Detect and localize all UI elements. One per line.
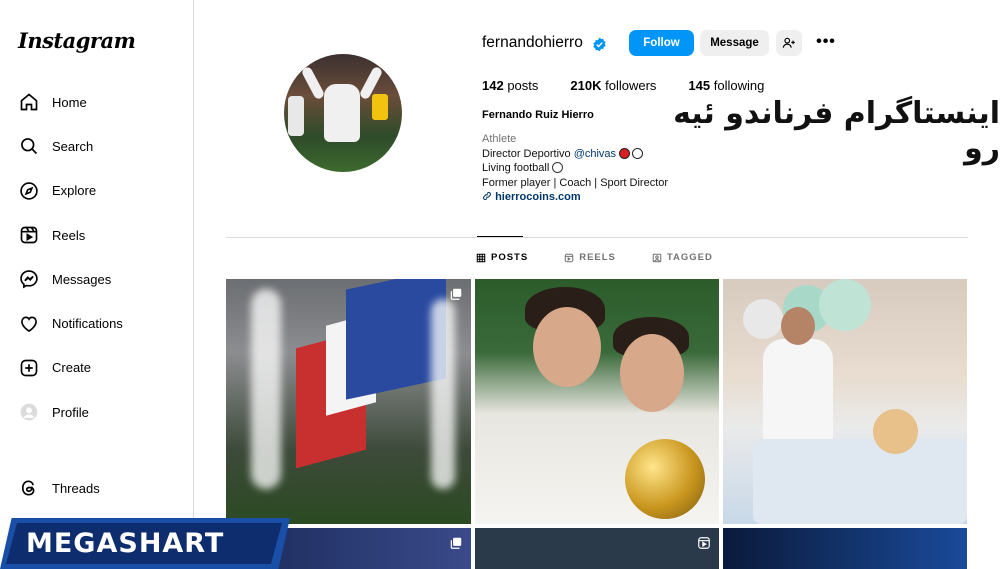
post-image-part (819, 279, 871, 331)
sidebar-nav: Home Search Explore Reels Messages Notif… (0, 80, 194, 434)
bio-text: Living football (482, 162, 550, 174)
post-image-part (251, 289, 281, 489)
tab-posts[interactable]: POSTS (476, 252, 528, 263)
post-thumbnail[interactable] (475, 528, 719, 569)
sidebar-item-home[interactable]: Home (0, 80, 194, 124)
messenger-icon (18, 268, 40, 290)
following-label: following (713, 78, 765, 93)
followers-stat[interactable]: 210K followers (570, 78, 656, 93)
sidebar-item-threads[interactable]: Threads (0, 466, 194, 510)
sidebar-item-label: Create (52, 360, 92, 376)
profile-tabs: POSTS REELS TAGGED (476, 252, 749, 263)
sidebar-item-label: Explore (52, 183, 97, 199)
post-thumbnail[interactable] (226, 279, 471, 524)
bio-link-row: hierrocoins.com (482, 190, 668, 205)
tag-icon (652, 253, 662, 262)
reels-icon (18, 224, 40, 246)
profile-username: fernandohierro (482, 34, 583, 51)
sidebar-threads: Threads (0, 466, 194, 510)
avatar-photo-part (324, 84, 360, 142)
more-options-button[interactable]: ••• (815, 33, 837, 51)
red-circle-emoji-icon (619, 147, 631, 159)
active-tab-indicator (477, 236, 523, 237)
sidebar: Instagram Home Search Explore Reels Mess… (0, 0, 194, 569)
followers-label: followers (605, 78, 657, 93)
carousel-icon (450, 537, 462, 549)
soccer-ball-emoji-icon (552, 162, 564, 173)
post-thumbnail[interactable] (723, 528, 967, 569)
compass-icon (18, 180, 40, 202)
avatar-photo-part (372, 94, 388, 120)
post-image-part (873, 409, 918, 454)
bio-text: Director Deportivo (482, 147, 574, 160)
threads-icon (18, 477, 40, 499)
tabs-divider (226, 237, 968, 238)
following-count: 145 (688, 78, 711, 93)
post-image-part (620, 334, 684, 412)
following-stat[interactable]: 145 following (688, 78, 764, 93)
profile-avatar[interactable] (284, 54, 402, 172)
threads-label: Threads (52, 480, 100, 496)
plus-square-icon (18, 357, 40, 379)
post-image-part (431, 299, 455, 489)
sidebar-item-search[interactable]: Search (0, 124, 194, 168)
tab-reels[interactable]: REELS (564, 252, 616, 263)
tab-label: REELS (579, 252, 616, 263)
sidebar-item-reels[interactable]: Reels (0, 213, 194, 257)
profile-full-name: Fernando Ruiz Hierro (482, 109, 594, 121)
profile-stats: 142 posts 210K followers 145 following (482, 78, 796, 93)
message-button[interactable]: Message (700, 30, 769, 56)
sidebar-item-label: Notifications (52, 316, 123, 332)
grid-icon (476, 253, 486, 262)
sidebar-item-label: Messages (52, 271, 112, 287)
post-image-part (533, 307, 601, 387)
sidebar-item-explore[interactable]: Explore (0, 169, 194, 213)
heart-icon (18, 313, 40, 335)
posts-stat: 142 posts (482, 78, 538, 93)
home-icon (18, 91, 40, 113)
avatar-photo-part (300, 65, 326, 101)
reels-small-icon (564, 253, 574, 262)
post-thumbnail[interactable] (475, 279, 719, 524)
sidebar-item-label: Home (52, 94, 87, 110)
post-thumbnail[interactable] (723, 279, 967, 524)
suggested-users-button[interactable] (776, 30, 802, 56)
verified-badge-icon (593, 37, 606, 52)
post-image-part (625, 439, 705, 519)
website-link[interactable]: hierrocoins.com (495, 191, 581, 203)
persian-overlay-title: اینستاگرام فرناندو ئیه رو (673, 96, 1000, 166)
chivas-mention-link[interactable]: @chivas (574, 148, 616, 160)
follow-button[interactable]: Follow (629, 30, 694, 56)
sidebar-item-label: Profile (52, 404, 89, 420)
post-image-part (743, 299, 783, 339)
sidebar-item-messages[interactable]: Messages (0, 257, 194, 301)
tab-label: POSTS (491, 252, 529, 263)
sidebar-item-profile[interactable]: Profile (0, 390, 194, 434)
followers-count: 210K (570, 78, 602, 93)
watermark-text: MEGASHART (26, 528, 225, 559)
megashart-watermark: MEGASHART (0, 518, 290, 569)
posts-label: posts (507, 78, 539, 93)
sidebar-item-label: Reels (52, 227, 86, 243)
tab-label: TAGGED (666, 252, 713, 263)
sidebar-item-notifications[interactable]: Notifications (0, 301, 194, 345)
avatar-icon (18, 401, 40, 423)
reel-indicator-icon (698, 537, 710, 549)
avatar-photo-part (288, 96, 304, 136)
post-image-part (753, 439, 967, 524)
search-icon (18, 135, 40, 157)
sidebar-item-create[interactable]: Create (0, 346, 194, 390)
sidebar-item-label: Search (52, 138, 94, 154)
link-icon (483, 192, 491, 200)
tab-tagged[interactable]: TAGGED (652, 252, 713, 263)
post-image-part (781, 307, 815, 345)
add-user-icon (782, 37, 795, 48)
instagram-logo[interactable]: Instagram (18, 28, 136, 53)
bio-line: Former player | Coach | Sport Director (482, 176, 669, 189)
carousel-icon (450, 288, 462, 300)
posts-count: 142 (482, 78, 504, 93)
